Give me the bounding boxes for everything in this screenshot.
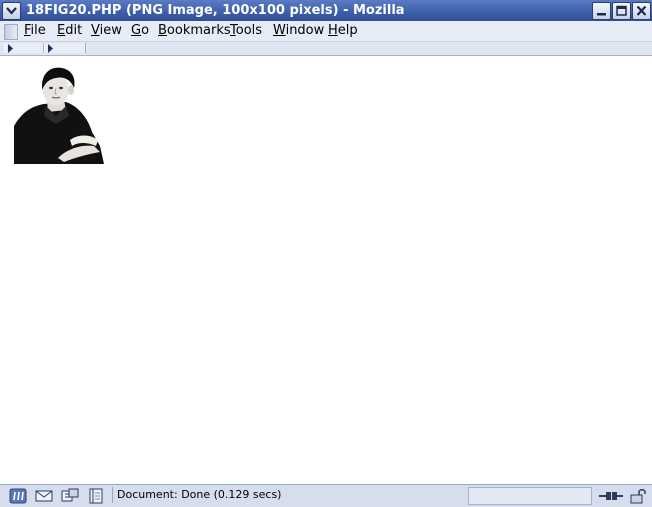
menu-tools[interactable]: Tools bbox=[230, 23, 262, 39]
connection-icon[interactable] bbox=[598, 488, 624, 504]
menu-file[interactable]: File bbox=[24, 23, 46, 39]
menu-help[interactable]: Help bbox=[328, 23, 358, 39]
maximize-button[interactable] bbox=[612, 2, 631, 20]
triangle-right-icon bbox=[48, 44, 53, 53]
status-text: Document: Done (0.129 secs) bbox=[112, 487, 467, 503]
window-menu-button[interactable] bbox=[2, 2, 21, 20]
collapsed-toolbars bbox=[0, 42, 652, 56]
progress-meter bbox=[468, 487, 592, 505]
minimize-button[interactable] bbox=[592, 2, 611, 20]
mail-icon[interactable] bbox=[34, 488, 54, 504]
address-book-icon[interactable] bbox=[86, 488, 106, 504]
status-bar: Document: Done (0.129 secs) bbox=[0, 484, 652, 507]
portrait-image bbox=[14, 66, 104, 164]
triangle-right-icon bbox=[8, 44, 13, 53]
chevron-down-icon bbox=[6, 7, 17, 15]
menu-edit[interactable]: Edit bbox=[57, 23, 82, 39]
menu-bookmarks[interactable]: Bookmarks bbox=[158, 23, 231, 39]
menu-window[interactable]: Window bbox=[273, 23, 324, 39]
security-lock-icon[interactable] bbox=[628, 488, 648, 504]
menu-bar: File Edit View Go Bookmarks Tools Window… bbox=[0, 21, 652, 42]
navigation-toolbar-grip[interactable] bbox=[4, 43, 44, 53]
page-content bbox=[4, 56, 648, 484]
mozilla-icon[interactable] bbox=[8, 488, 28, 504]
menubar-grip[interactable] bbox=[4, 24, 18, 40]
title-bar: 18FIG20.PHP (PNG Image, 100x100 pixels) … bbox=[0, 0, 652, 22]
composer-icon[interactable] bbox=[60, 488, 80, 504]
close-icon bbox=[636, 5, 647, 16]
close-button[interactable] bbox=[632, 2, 651, 20]
menu-go[interactable]: Go bbox=[131, 23, 149, 39]
maximize-icon bbox=[616, 5, 627, 16]
menu-view[interactable]: View bbox=[91, 23, 122, 39]
minimize-icon bbox=[597, 13, 606, 16]
window-title: 18FIG20.PHP (PNG Image, 100x100 pixels) … bbox=[26, 3, 405, 18]
personal-toolbar-grip[interactable] bbox=[44, 43, 86, 53]
